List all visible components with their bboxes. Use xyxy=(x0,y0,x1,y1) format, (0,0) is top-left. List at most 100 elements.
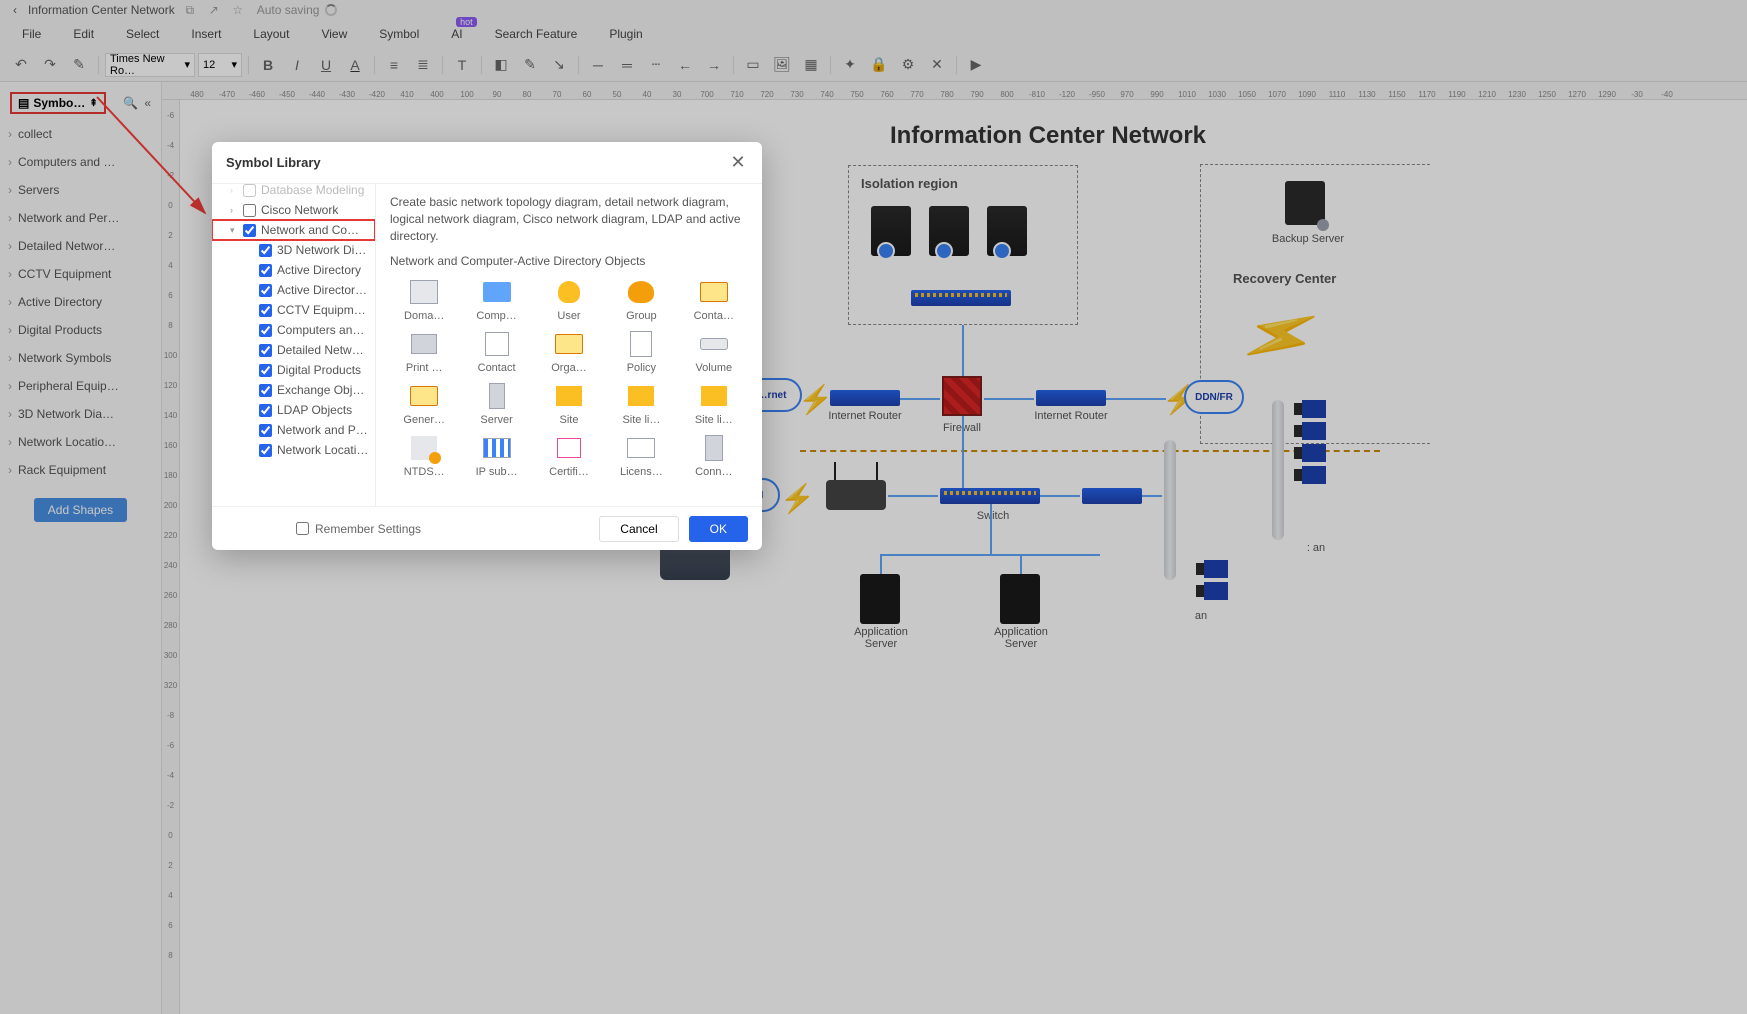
user-icon xyxy=(558,281,580,303)
symbol-ntds[interactable]: NTDS… xyxy=(390,434,458,478)
tree-checkbox[interactable] xyxy=(259,424,272,437)
symbol-label: Policy xyxy=(627,362,656,374)
tree-row[interactable]: ▾ Network and Compu… xyxy=(212,220,375,240)
domain-icon xyxy=(410,280,438,304)
remember-settings-checkbox[interactable]: Remember Settings xyxy=(296,522,421,536)
tree-row[interactable]: Active Directory… xyxy=(212,280,375,300)
server2-icon xyxy=(489,383,505,409)
symbol-label: Site li… xyxy=(695,414,733,426)
symbol-label: Gener… xyxy=(403,414,445,426)
policy-icon xyxy=(630,331,652,357)
symbol-volume[interactable]: Volume xyxy=(680,330,748,374)
tree-checkbox[interactable] xyxy=(259,324,272,337)
symbol-site[interactable]: Site li… xyxy=(607,382,675,426)
tree-label: Network and Compu… xyxy=(261,223,369,237)
symbol-label: Contact xyxy=(478,362,516,374)
volume-icon xyxy=(700,338,728,350)
tree-checkbox[interactable] xyxy=(259,384,272,397)
symbol-user[interactable]: User xyxy=(535,278,603,322)
tree-checkbox[interactable] xyxy=(259,404,272,417)
expand-icon[interactable]: › xyxy=(230,205,238,215)
computer-icon xyxy=(483,282,511,302)
symbol-server2[interactable]: Server xyxy=(462,382,530,426)
symbol-label: Doma… xyxy=(404,310,444,322)
symbol-site[interactable]: Site li… xyxy=(680,382,748,426)
symbol-policy[interactable]: Policy xyxy=(607,330,675,374)
symbol-folder[interactable]: Orga… xyxy=(535,330,603,374)
tree-checkbox[interactable] xyxy=(259,264,272,277)
lic-icon xyxy=(627,438,655,458)
group-icon xyxy=(628,281,654,303)
remember-checkbox-input[interactable] xyxy=(296,522,309,535)
symbol-computer[interactable]: Comp… xyxy=(462,278,530,322)
tree-checkbox[interactable] xyxy=(243,204,256,217)
tree-row[interactable]: LDAP Objects xyxy=(212,400,375,420)
symbol-label: Group xyxy=(626,310,657,322)
tree-label: 3D Network Dia… xyxy=(277,243,369,257)
symbol-label: Print … xyxy=(406,362,443,374)
tree-row[interactable]: Digital Products xyxy=(212,360,375,380)
symbol-grid: Doma… Comp…User Group Conta… Print … Contact O… xyxy=(390,278,748,478)
symbol-group[interactable]: Group xyxy=(607,278,675,322)
tree-row[interactable]: 3D Network Dia… xyxy=(212,240,375,260)
symbol-ip[interactable]: IP sub… xyxy=(462,434,530,478)
ntds-icon xyxy=(411,436,437,460)
tree-checkbox[interactable] xyxy=(243,224,256,237)
tree-row[interactable]: Detailed Netwo… xyxy=(212,340,375,360)
library-preview: Create basic network topology diagram, d… xyxy=(376,184,762,506)
symbol-site[interactable]: Site xyxy=(535,382,603,426)
tree-row[interactable]: ›Cisco Network xyxy=(212,200,375,220)
dialog-header: Symbol Library ✕ xyxy=(212,142,762,183)
symbol-label: Licens… xyxy=(620,466,663,478)
symbol-conn[interactable]: Conn… xyxy=(680,434,748,478)
printer-icon xyxy=(411,334,437,354)
symbol-label: Volume xyxy=(695,362,732,374)
symbol-label: Site li… xyxy=(622,414,660,426)
tree-label: Digital Products xyxy=(277,363,369,377)
library-tree[interactable]: ›Database Modeling ›Cisco Network ▾ Networ… xyxy=(212,184,376,506)
symbol-label: Orga… xyxy=(551,362,586,374)
symbol-label: Server xyxy=(480,414,512,426)
tree-checkbox[interactable] xyxy=(259,444,272,457)
tree-label: Detailed Netwo… xyxy=(277,343,369,357)
library-description: Create basic network topology diagram, d… xyxy=(390,194,748,244)
tree-checkbox[interactable] xyxy=(259,304,272,317)
tree-checkbox[interactable] xyxy=(259,284,272,297)
tree-row[interactable]: Network Locati… xyxy=(212,440,375,460)
tree-label: Exchange Objects xyxy=(277,383,369,397)
tree-checkbox[interactable] xyxy=(259,244,272,257)
site-icon xyxy=(628,386,654,406)
symbol-domain[interactable]: Doma… xyxy=(390,278,458,322)
symbol-label: IP sub… xyxy=(476,466,518,478)
tree-row-truncated[interactable]: ›Database Modeling xyxy=(212,184,375,200)
tree-label: Active Directory… xyxy=(277,283,369,297)
symbol-cert[interactable]: Certifi… xyxy=(535,434,603,478)
dialog-title: Symbol Library xyxy=(226,155,321,170)
tree-label: CCTV Equipment xyxy=(277,303,369,317)
tree-row[interactable]: Network and Pe… xyxy=(212,420,375,440)
tree-row[interactable]: Active Directory xyxy=(212,260,375,280)
tree-row[interactable]: Exchange Objects xyxy=(212,380,375,400)
tree-row[interactable]: Computers and … xyxy=(212,320,375,340)
cancel-button[interactable]: Cancel xyxy=(599,516,678,542)
tree-checkbox[interactable] xyxy=(259,344,272,357)
ok-button[interactable]: OK xyxy=(689,516,748,542)
close-icon[interactable]: ✕ xyxy=(728,152,748,173)
site-icon xyxy=(556,386,582,406)
tree-label: LDAP Objects xyxy=(277,403,369,417)
symbol-folder[interactable]: Conta… xyxy=(680,278,748,322)
symbol-contact[interactable]: Contact xyxy=(462,330,530,374)
symbol-label: Site xyxy=(560,414,579,426)
dialog-footer: Remember Settings Cancel OK xyxy=(212,506,762,550)
tree-row[interactable]: CCTV Equipment xyxy=(212,300,375,320)
tree-label: Computers and … xyxy=(277,323,369,337)
section-title: Network and Computer-Active Directory Ob… xyxy=(390,254,748,268)
expand-icon[interactable]: ▾ xyxy=(230,225,238,236)
symbol-lic[interactable]: Licens… xyxy=(607,434,675,478)
symbol-folder[interactable]: Gener… xyxy=(390,382,458,426)
contact-icon xyxy=(485,332,509,356)
symbol-printer[interactable]: Print … xyxy=(390,330,458,374)
symbol-label: Conta… xyxy=(694,310,734,322)
tree-checkbox[interactable] xyxy=(259,364,272,377)
tree-label: Network Locati… xyxy=(277,443,369,457)
